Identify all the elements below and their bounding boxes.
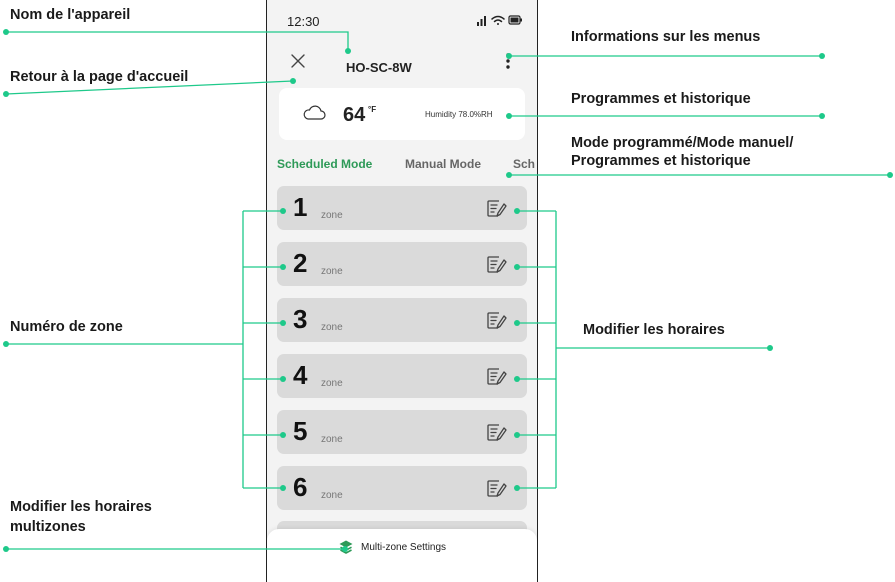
annotation-multizone-line2: multizones — [10, 519, 86, 535]
zone-number: 2 — [293, 248, 308, 278]
zone-row[interactable]: 6 zone — [277, 466, 527, 510]
signal-icon — [477, 16, 486, 26]
zone-label: zone — [321, 434, 343, 445]
annotation-menu-info: Informations sur les menus — [571, 29, 761, 45]
edit-schedule-icon[interactable] — [485, 310, 507, 330]
zone-label: zone — [321, 266, 343, 277]
device-name: HO-SC-8W — [346, 60, 412, 75]
annotation-zone-number: Numéro de zone — [10, 319, 123, 335]
annotation-edit-schedules: Modifier les horaires — [583, 322, 725, 338]
layers-icon — [339, 540, 353, 554]
status-time: 12:30 — [287, 14, 320, 29]
zone-label: zone — [321, 322, 343, 333]
zone-row[interactable]: 5 zone — [277, 410, 527, 454]
zone-number: 4 — [293, 360, 308, 390]
tab-scheduled-mode[interactable]: Scheduled Mode — [277, 157, 372, 171]
zone-number: 5 — [293, 416, 308, 446]
edit-schedule-icon[interactable] — [485, 254, 507, 274]
annotation-mode-line1: Mode programmé/Mode manuel/ — [571, 135, 794, 151]
multi-zone-settings-sheet[interactable]: Multi-zone Settings — [267, 529, 537, 582]
edit-schedule-icon[interactable] — [485, 198, 507, 218]
edit-schedule-icon[interactable] — [485, 478, 507, 498]
zone-row[interactable]: 4 zone — [277, 354, 527, 398]
temperature-value: 64 — [343, 104, 366, 126]
zone-number: 6 — [293, 472, 308, 502]
edit-schedule-icon[interactable] — [485, 366, 507, 386]
zone-row[interactable]: 1 zone — [277, 186, 527, 230]
tab-manual-mode[interactable]: Manual Mode — [405, 157, 481, 171]
annotation-home: Retour à la page d'accueil — [10, 69, 189, 85]
zone-row[interactable]: 3 zone — [277, 298, 527, 342]
status-icons — [477, 15, 522, 26]
edit-schedule-icon[interactable] — [485, 422, 507, 442]
annotation-multizone-line1: Modifier les horaires — [10, 499, 152, 515]
cloud-icon — [303, 105, 326, 120]
zone-number: 1 — [293, 192, 308, 222]
close-icon[interactable] — [289, 52, 307, 70]
humidity-value: Humidity 78.0%RH — [425, 110, 493, 119]
temperature-unit: °F — [368, 105, 377, 114]
battery-icon — [508, 15, 522, 25]
tab-schedules-history[interactable]: Sch — [513, 157, 535, 171]
zone-label: zone — [321, 378, 343, 389]
weather-card[interactable]: 64 °F Humidity 78.0%RH — [279, 88, 525, 140]
status-bar: 12:30 — [267, 0, 537, 40]
annotation-mode-line2: Programmes et historique — [571, 153, 751, 169]
annotation-programs-history: Programmes et historique — [571, 91, 751, 107]
zone-number: 3 — [293, 304, 308, 334]
more-menu-icon[interactable] — [505, 52, 511, 70]
phone-screen: 12:30 HO-SC-8W 64 °F Humidity 78.0%RH Sc… — [266, 0, 538, 582]
zone-row[interactable]: 2 zone — [277, 242, 527, 286]
annotation-device-name: Nom de l'appareil — [10, 7, 131, 23]
wifi-icon — [491, 15, 505, 25]
multi-zone-settings-label: Multi-zone Settings — [361, 542, 447, 553]
mode-tabs: Scheduled Mode Manual Mode Sch — [277, 157, 537, 175]
zone-label: zone — [321, 210, 343, 221]
zone-label: zone — [321, 490, 343, 501]
